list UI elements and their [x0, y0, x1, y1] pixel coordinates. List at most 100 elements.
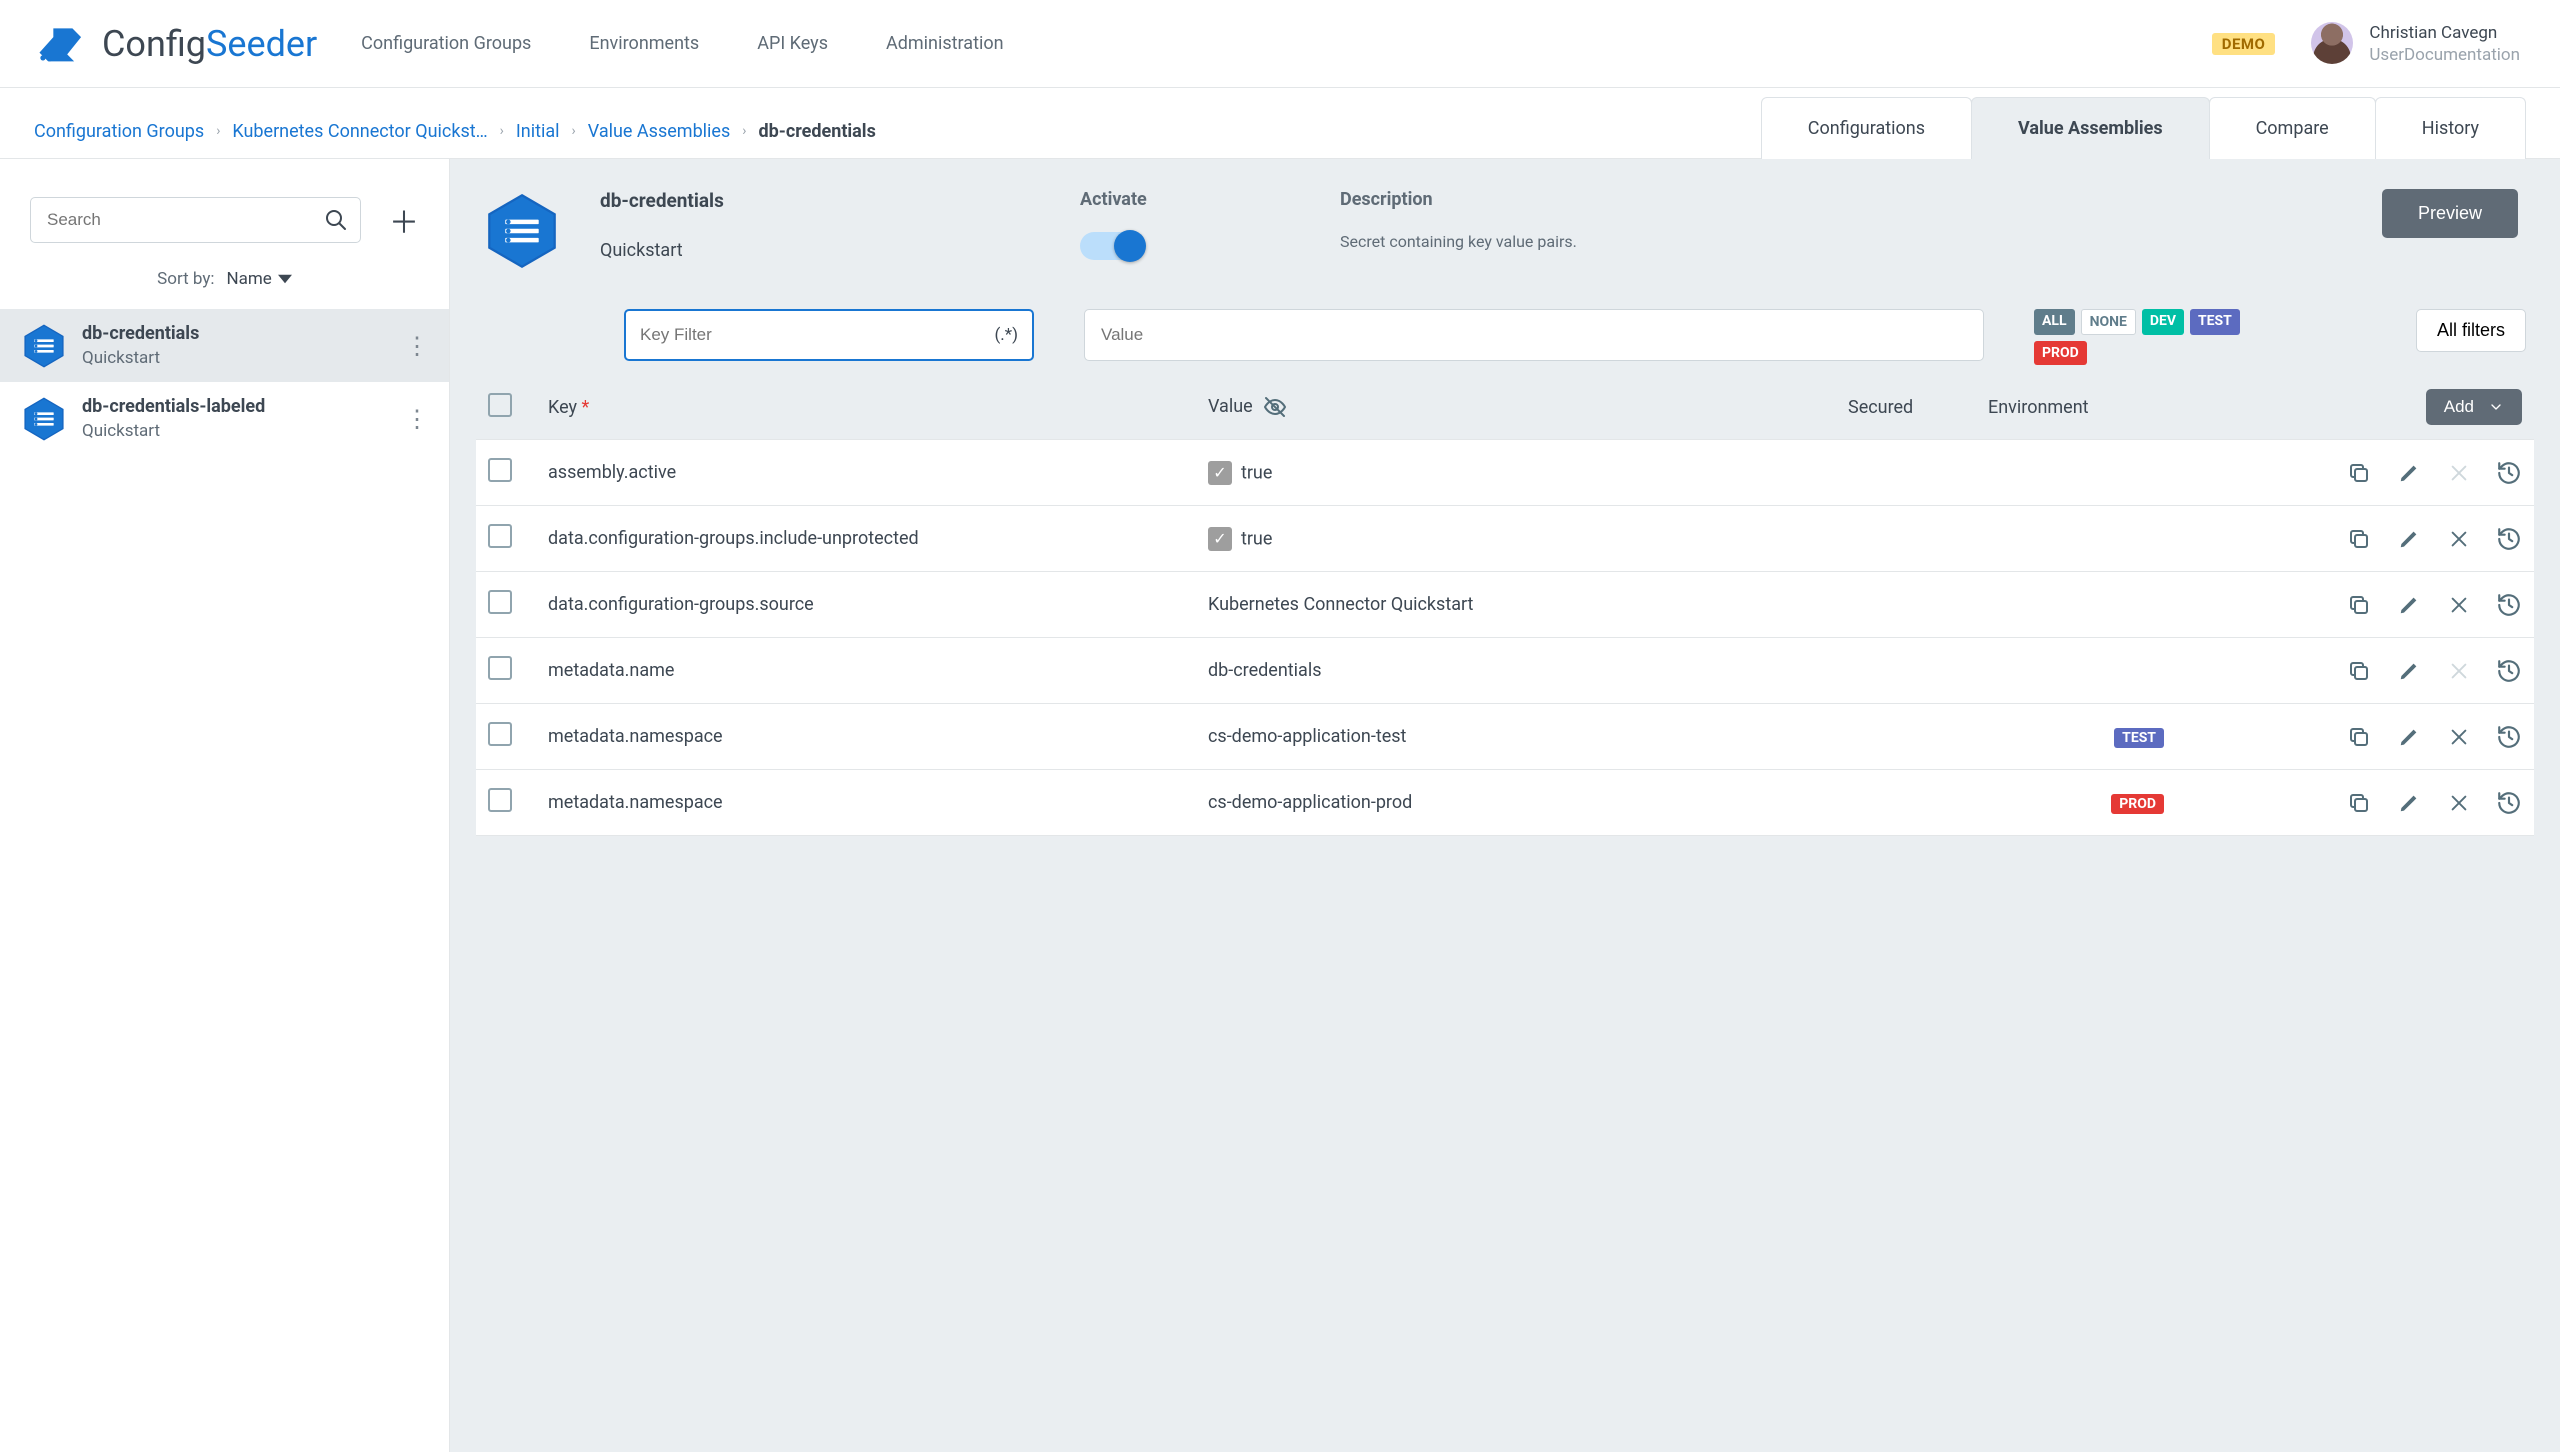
- cell-value: true: [1241, 528, 1272, 549]
- key-filter[interactable]: (.*): [624, 309, 1034, 361]
- chip-dev[interactable]: DEV: [2142, 309, 2184, 335]
- edit-button[interactable]: [2396, 526, 2422, 552]
- crumb-initial[interactable]: Initial: [516, 121, 560, 142]
- activate-toggle[interactable]: [1080, 232, 1144, 260]
- edit-button[interactable]: [2396, 724, 2422, 750]
- chip-test[interactable]: TEST: [2190, 309, 2240, 335]
- history-button[interactable]: [2496, 724, 2522, 750]
- tab-history[interactable]: History: [2375, 97, 2526, 159]
- row-checkbox[interactable]: [488, 788, 512, 812]
- cell-value: Kubernetes Connector Quickstart: [1208, 594, 1473, 615]
- sidebar-search[interactable]: [30, 197, 361, 243]
- crumb-value-assemblies[interactable]: Value Assemblies: [588, 121, 731, 142]
- copy-button[interactable]: [2346, 790, 2372, 816]
- row-checkbox[interactable]: [488, 524, 512, 548]
- nav-environments[interactable]: Environments: [589, 33, 699, 54]
- eye-off-icon[interactable]: [1263, 395, 1287, 419]
- tab-compare[interactable]: Compare: [2209, 97, 2376, 159]
- assembly-icon: [22, 397, 66, 441]
- select-all-checkbox[interactable]: [488, 393, 512, 417]
- subheader: Configuration Groups › Kubernetes Connec…: [0, 88, 2560, 158]
- brand-config: Config: [102, 23, 206, 65]
- history-button[interactable]: [2496, 526, 2522, 552]
- logo[interactable]: ConfigSeeder: [36, 23, 317, 65]
- row-checkbox[interactable]: [488, 590, 512, 614]
- sidebar-item-menu[interactable]: ⋮: [405, 405, 427, 433]
- crumb-config-groups[interactable]: Configuration Groups: [34, 121, 204, 142]
- history-button[interactable]: [2496, 658, 2522, 684]
- cell-key: assembly.active: [536, 440, 1196, 506]
- crumb-sep: ›: [738, 123, 750, 139]
- history-button[interactable]: [2496, 460, 2522, 486]
- env-filter-chips: ALL NONE DEV TEST PROD: [2034, 309, 2254, 365]
- delete-button[interactable]: [2446, 526, 2472, 552]
- delete-button[interactable]: [2446, 724, 2472, 750]
- all-filters-button[interactable]: All filters: [2416, 309, 2526, 352]
- col-key: Key: [548, 397, 577, 418]
- nav-api-keys[interactable]: API Keys: [757, 33, 828, 54]
- copy-button[interactable]: [2346, 592, 2372, 618]
- row-checkbox[interactable]: [488, 458, 512, 482]
- table-row: metadata.name db-credentials: [476, 638, 2534, 704]
- search-input[interactable]: [47, 210, 324, 230]
- cell-key: data.configuration-groups.source: [536, 572, 1196, 638]
- sidebar-item-menu[interactable]: ⋮: [405, 332, 427, 360]
- cell-value: db-credentials: [1208, 660, 1322, 681]
- env-badge: PROD: [2111, 794, 2164, 814]
- table-filters: (.*) ALL NONE DEV TEST PROD All filters: [476, 309, 2534, 375]
- key-filter-input[interactable]: [640, 325, 994, 345]
- user-menu[interactable]: Christian Cavegn UserDocumentation: [2311, 22, 2520, 66]
- copy-button[interactable]: [2346, 724, 2372, 750]
- table-row: assembly.active true: [476, 440, 2534, 506]
- edit-button[interactable]: [2396, 658, 2422, 684]
- demo-badge: DEMO: [2212, 33, 2276, 55]
- nav-config-groups[interactable]: Configuration Groups: [361, 33, 531, 54]
- copy-button[interactable]: [2346, 526, 2372, 552]
- edit-button[interactable]: [2396, 592, 2422, 618]
- copy-button[interactable]: [2346, 658, 2372, 684]
- search-icon: [324, 208, 348, 232]
- preview-button[interactable]: Preview: [2382, 189, 2518, 238]
- row-checkbox[interactable]: [488, 722, 512, 746]
- table-row: metadata.namespace cs-demo-application-p…: [476, 770, 2534, 836]
- tab-configurations[interactable]: Configurations: [1761, 97, 1972, 159]
- add-button[interactable]: Add: [2426, 389, 2522, 425]
- sort-value: Name: [227, 269, 272, 289]
- chip-all[interactable]: ALL: [2034, 309, 2075, 335]
- assembly-icon: [484, 193, 560, 269]
- checked-icon: [1208, 527, 1232, 551]
- crumb-sep: ›: [568, 123, 580, 139]
- edit-button[interactable]: [2396, 460, 2422, 486]
- activate-label: Activate: [1080, 189, 1300, 210]
- crumb-connector[interactable]: Kubernetes Connector Quickst…: [232, 121, 487, 142]
- edit-button[interactable]: [2396, 790, 2422, 816]
- sort-control[interactable]: Sort by: Name: [0, 243, 449, 309]
- sidebar-item-title: db-credentials-labeled: [82, 396, 265, 417]
- tab-value-assemblies[interactable]: Value Assemblies: [1971, 97, 2210, 159]
- top-nav: ConfigSeeder Configuration Groups Enviro…: [0, 0, 2560, 88]
- row-checkbox[interactable]: [488, 656, 512, 680]
- page-header: db-credentials Quickstart Activate Descr…: [476, 159, 2534, 309]
- page-subtitle: Quickstart: [600, 240, 1040, 261]
- copy-button[interactable]: [2346, 460, 2372, 486]
- nav-administration[interactable]: Administration: [886, 33, 1004, 54]
- value-filter[interactable]: [1084, 309, 1984, 361]
- chevron-down-icon: [278, 272, 292, 286]
- history-button[interactable]: [2496, 592, 2522, 618]
- add-assembly-button[interactable]: ＋: [389, 198, 419, 242]
- sidebar-item-sub: Quickstart: [82, 348, 199, 368]
- sidebar-item-db-credentials-labeled[interactable]: db-credentials-labeled Quickstart ⋮: [0, 382, 449, 455]
- sidebar-item-db-credentials[interactable]: db-credentials Quickstart ⋮: [0, 309, 449, 382]
- delete-button[interactable]: [2446, 592, 2472, 618]
- breadcrumb: Configuration Groups › Kubernetes Connec…: [34, 121, 876, 142]
- crumb-sep: ›: [496, 123, 508, 139]
- sidebar: ＋ Sort by: Name db-credentials Quickstar…: [0, 158, 450, 1452]
- history-button[interactable]: [2496, 790, 2522, 816]
- cell-value: cs-demo-application-test: [1208, 726, 1406, 747]
- value-filter-input[interactable]: [1101, 325, 1967, 345]
- content: db-credentials Quickstart Activate Descr…: [450, 158, 2560, 1452]
- delete-button[interactable]: [2446, 790, 2472, 816]
- chip-prod[interactable]: PROD: [2034, 341, 2087, 365]
- col-value: Value: [1208, 396, 1253, 417]
- chip-none[interactable]: NONE: [2081, 309, 2136, 335]
